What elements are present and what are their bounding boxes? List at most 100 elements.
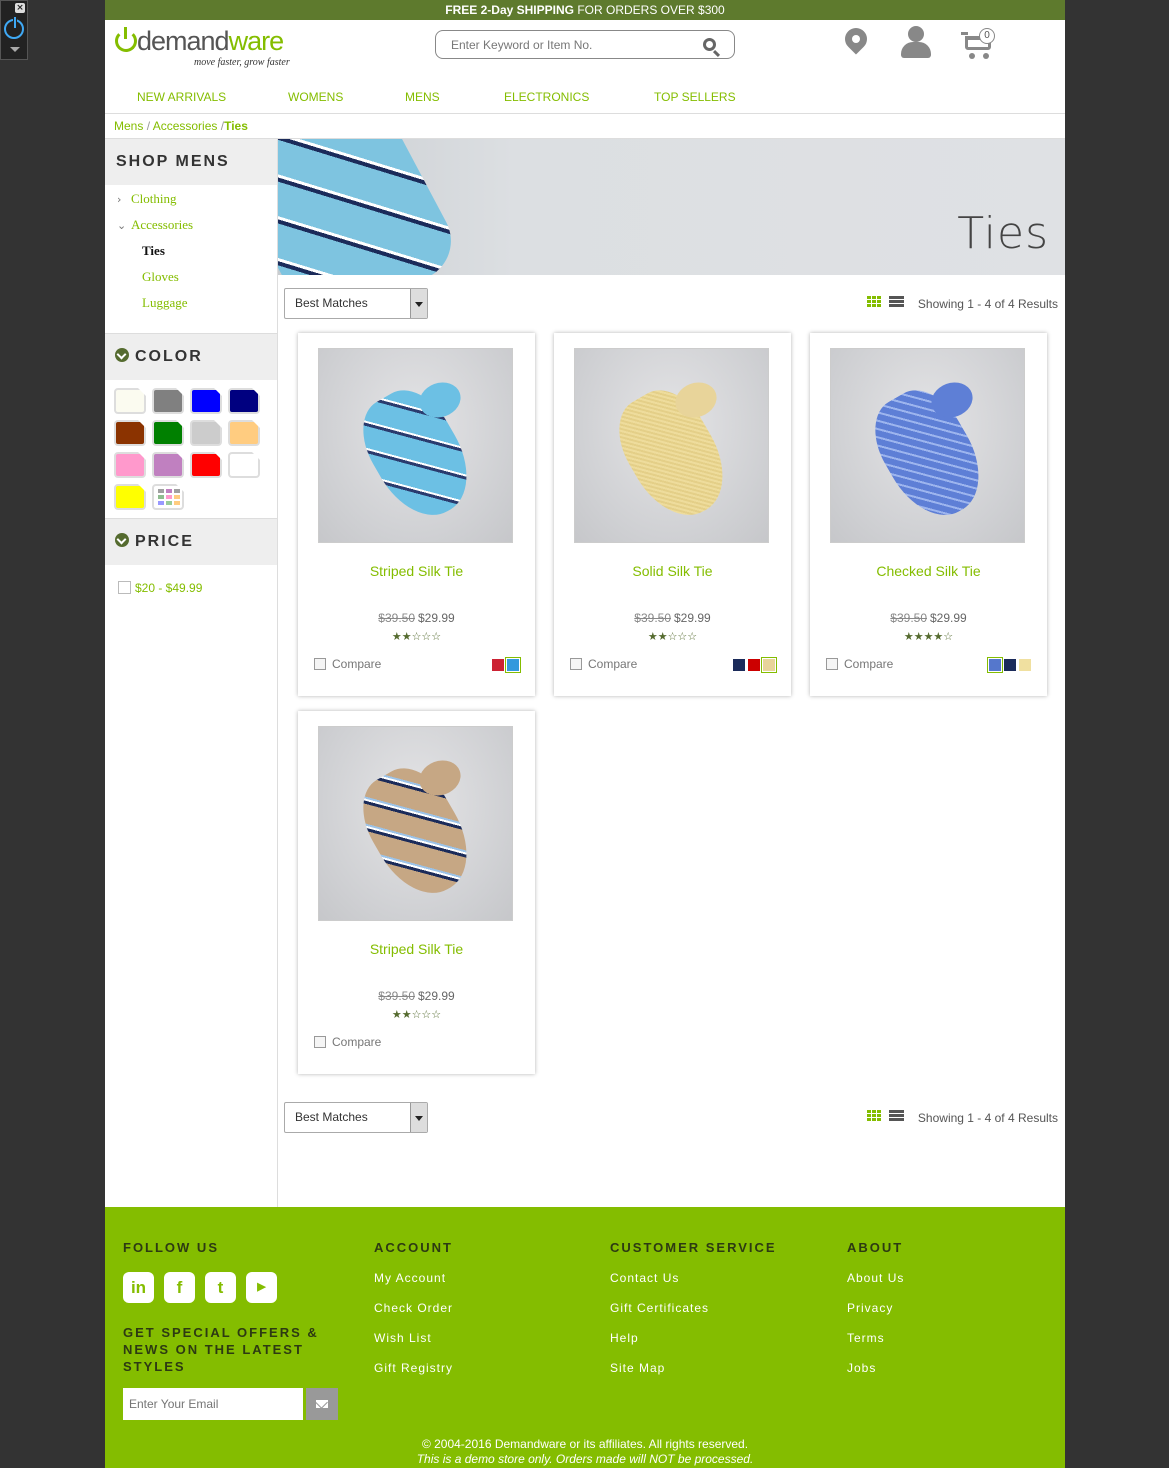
close-icon[interactable]: × [15,3,25,13]
product-tile[interactable]: Solid Silk Tie $39.50 $29.99 ★★☆☆☆ Compare [554,333,791,696]
nav-top-sellers[interactable]: TOP SELLERS [654,89,736,105]
product-color-swatch[interactable] [505,657,521,673]
price-option[interactable]: $20 - $49.99 [105,565,277,595]
compare-checkbox[interactable]: Compare [314,1035,381,1049]
nav-new-arrivals[interactable]: NEW ARRIVALS [137,89,226,105]
product-name[interactable]: Striped Silk Tie [298,563,535,579]
color-swatch[interactable] [152,452,184,478]
footer-link-gift-registry[interactable]: Gift Registry [374,1360,453,1376]
map-pin-icon[interactable] [840,23,872,55]
list-view-icon[interactable] [889,1110,904,1122]
checkbox[interactable] [570,658,582,670]
color-swatch[interactable] [114,452,146,478]
product-tile[interactable]: Striped Silk Tie $39.50 $29.99 ★★☆☆☆ Compare [298,711,535,1074]
user-icon[interactable] [901,26,931,60]
breadcrumb-accessories[interactable]: Accessories [153,119,218,133]
color-swatch[interactable] [228,452,260,478]
compare-checkbox[interactable]: Compare [570,657,637,671]
color-swatch[interactable] [152,388,184,414]
chevron-down-icon: ⌄ [117,219,127,232]
footer-link-gift-certificates[interactable]: Gift Certificates [610,1300,777,1316]
color-swatch[interactable] [114,420,146,446]
email-submit-button[interactable] [306,1388,338,1420]
sort-select[interactable]: Best Matches [284,1102,428,1133]
category-luggage[interactable]: Luggage [105,290,277,316]
chevron-right-icon: › [117,193,122,206]
browser-extension-widget[interactable]: × [0,0,28,60]
product-color-swatch[interactable] [733,659,745,671]
category-clothing[interactable]: › Clothing [105,186,277,212]
footer-link-terms[interactable]: Terms [847,1330,904,1346]
nav-womens[interactable]: WOMENS [288,89,343,105]
product-color-swatch[interactable] [748,659,760,671]
breadcrumb-mens[interactable]: Mens [114,119,143,133]
color-swatch[interactable] [190,388,222,414]
category-accessories[interactable]: ⌄ Accessories [105,212,277,238]
footer-link-my-account[interactable]: My Account [374,1270,453,1286]
footer-link-jobs[interactable]: Jobs [847,1360,904,1376]
compare-checkbox[interactable]: Compare [826,657,893,671]
price-filter-header[interactable]: PRICE [105,519,277,565]
logo[interactable]: demandware move faster, grow faster [115,26,305,70]
product-color-swatch[interactable] [761,657,777,673]
product-color-swatch[interactable] [1004,659,1016,671]
product-image[interactable] [318,348,513,543]
chevron-circle-icon [115,348,129,362]
product-name[interactable]: Checked Silk Tie [810,563,1047,579]
search-input[interactable] [451,37,691,53]
linkedin-icon[interactable]: in [123,1272,154,1303]
product-rating: ★★☆☆☆ [647,630,698,643]
footer-link-about-us[interactable]: About Us [847,1270,904,1286]
compare-checkbox[interactable]: Compare [314,657,381,671]
color-filter-header[interactable]: COLOR [105,334,277,380]
footer-link-check-order[interactable]: Check Order [374,1300,453,1316]
product-tile[interactable]: Striped Silk Tie $39.50 $29.99 ★★☆☆☆ Compare [298,333,535,696]
color-swatch[interactable] [228,388,260,414]
color-swatch[interactable] [114,484,146,510]
product-color-swatch[interactable] [987,657,1003,673]
nav-mens[interactable]: MENS [405,89,440,105]
facebook-icon[interactable]: f [164,1272,195,1303]
product-name[interactable]: Striped Silk Tie [298,941,535,957]
product-name[interactable]: Solid Silk Tie [554,563,791,579]
dropdown-arrow-icon[interactable] [410,1103,427,1132]
grid-view-icon[interactable] [867,1110,882,1122]
category-ties[interactable]: Ties [105,238,277,264]
color-swatch[interactable] [114,388,146,414]
sort-select[interactable]: Best Matches [284,288,428,319]
product-image[interactable] [830,348,1025,543]
category-gloves[interactable]: Gloves [105,264,277,290]
product-image[interactable] [318,726,513,921]
checkbox[interactable] [314,658,326,670]
power-icon[interactable] [4,16,24,39]
checkbox[interactable] [826,658,838,670]
breadcrumb-ties[interactable]: Ties [224,119,248,133]
color-swatch[interactable] [190,420,222,446]
dropdown-arrow-icon[interactable] [410,289,427,318]
product-color-swatch[interactable] [492,659,504,671]
list-view-icon[interactable] [889,296,904,308]
product-image[interactable] [574,348,769,543]
footer-link-help[interactable]: Help [610,1330,777,1346]
product-color-swatch[interactable] [1019,659,1031,671]
chevron-down-icon[interactable] [10,47,20,52]
footer-link-privacy[interactable]: Privacy [847,1300,904,1316]
twitter-icon[interactable]: t [205,1272,236,1303]
nav-electronics[interactable]: ELECTRONICS [504,89,589,105]
footer-link-site-map[interactable]: Site Map [610,1360,777,1376]
color-swatch[interactable] [228,420,260,446]
youtube-icon[interactable]: ▶ [246,1272,277,1303]
color-swatch[interactable] [152,484,184,510]
product-tile[interactable]: Checked Silk Tie $39.50 $29.99 ★★★★☆ Compare [810,333,1047,696]
search-icon[interactable] [703,38,716,51]
footer-link-wish-list[interactable]: Wish List [374,1330,453,1346]
color-swatch[interactable] [190,452,222,478]
footer-link-contact-us[interactable]: Contact Us [610,1270,777,1286]
checkbox[interactable] [118,581,131,594]
promo-banner: FREE 2-Day SHIPPING FOR ORDERS OVER $300 [105,0,1065,20]
email-input[interactable] [123,1388,303,1420]
grid-view-icon[interactable] [867,296,882,308]
color-swatch[interactable] [152,420,184,446]
checkbox[interactable] [314,1036,326,1048]
cart-icon[interactable]: 0 [961,28,999,62]
